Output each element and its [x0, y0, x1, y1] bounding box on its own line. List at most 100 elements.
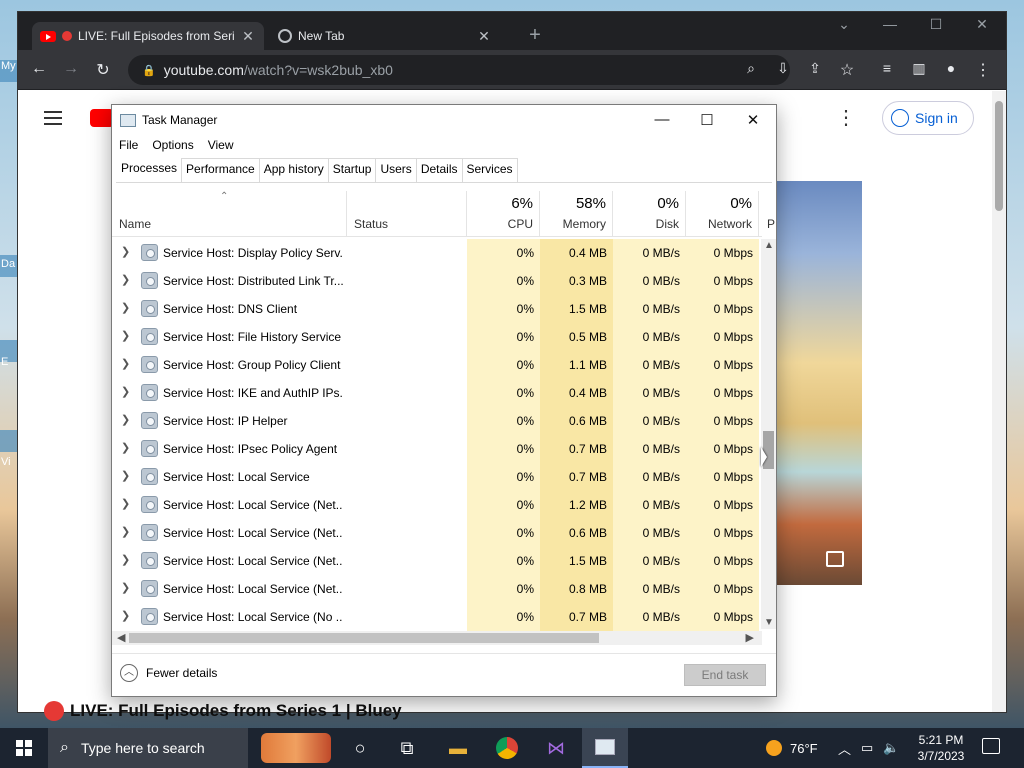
page-scrollbar-thumb[interactable]: [995, 101, 1003, 211]
expand-chevron-icon[interactable]: ❯: [121, 413, 130, 426]
column-header-name[interactable]: Name: [112, 191, 347, 237]
close-tab-icon[interactable]: ✕: [476, 28, 492, 45]
install-app-icon[interactable]: ⇩: [772, 60, 794, 77]
fewer-details-button[interactable]: ︿ Fewer details: [120, 664, 217, 682]
bookmark-star-icon[interactable]: ☆: [836, 60, 858, 80]
scroll-right-icon[interactable]: ▶: [746, 631, 754, 644]
menu-options[interactable]: Options: [145, 136, 200, 156]
chevron-up-icon[interactable]: ︿: [838, 739, 851, 758]
search-highlight-icon[interactable]: [256, 728, 336, 768]
desktop-icon[interactable]: [0, 430, 18, 452]
table-row[interactable]: ❯ Service Host: Local Service (Net... 0%…: [112, 519, 762, 547]
horizontal-scrollbar-thumb[interactable]: [129, 633, 599, 643]
expand-chevron-icon[interactable]: ❯: [121, 441, 130, 454]
horizontal-scrollbar[interactable]: ◀ ▶: [112, 631, 762, 645]
table-row[interactable]: ❯ Service Host: Local Service 0% 0.7 MB …: [112, 463, 762, 491]
column-header-network[interactable]: 0% Network: [686, 191, 759, 237]
menu-view[interactable]: View: [201, 136, 241, 156]
column-header-memory[interactable]: 58% Memory: [540, 191, 613, 237]
close-window-button[interactable]: ✕: [962, 16, 1002, 33]
side-panel-icon[interactable]: ▥: [908, 60, 930, 77]
tab-search-icon[interactable]: ⌄: [824, 16, 864, 33]
task-view-icon[interactable]: ⧉: [384, 728, 430, 768]
table-row[interactable]: ❯ Service Host: IP Helper 0% 0.6 MB 0 MB…: [112, 407, 762, 435]
video-player[interactable]: [776, 181, 862, 585]
scroll-down-icon[interactable]: ▼: [764, 617, 774, 628]
scroll-up-icon[interactable]: ▲: [764, 240, 774, 251]
tab-new-tab[interactable]: New Tab ✕: [270, 22, 500, 50]
table-row[interactable]: ❯ Service Host: IKE and AuthIP IPs... 0%…: [112, 379, 762, 407]
vertical-scrollbar[interactable]: ▲ ▼: [761, 239, 776, 629]
close-tab-icon[interactable]: ✕: [240, 28, 256, 45]
profile-icon[interactable]: ●: [940, 60, 962, 76]
menu-file[interactable]: File: [112, 136, 145, 156]
table-row[interactable]: ❯ Service Host: Group Policy Client 0% 1…: [112, 351, 762, 379]
file-explorer-icon[interactable]: ▬: [435, 728, 481, 768]
sign-in-button[interactable]: Sign in: [882, 101, 974, 135]
maximize-button[interactable]: ☐: [916, 16, 956, 33]
table-row[interactable]: ❯ Service Host: Local Service (No ... 0%…: [112, 603, 762, 631]
expand-chevron-icon[interactable]: ❯: [121, 329, 130, 342]
page-scrollbar[interactable]: [992, 91, 1006, 712]
settings-menu-icon[interactable]: ⋮: [836, 105, 856, 130]
media-controls-icon[interactable]: ≡: [876, 60, 898, 76]
table-row[interactable]: ❯ Service Host: Local Service (Net... 0%…: [112, 547, 762, 575]
chrome-icon[interactable]: [484, 728, 530, 768]
address-bar[interactable]: 🔒 youtube.com/watch?v=wsk2bub_xb0: [128, 55, 790, 85]
tab-startup[interactable]: Startup: [327, 158, 377, 182]
column-header-disk[interactable]: 0% Disk: [613, 191, 686, 237]
table-row[interactable]: ❯ Service Host: Local Service (Net... 0%…: [112, 575, 762, 603]
expand-chevron-icon[interactable]: ❯: [121, 245, 130, 258]
chrome-menu-icon[interactable]: ⋮: [972, 60, 994, 80]
tab-details[interactable]: Details: [415, 158, 463, 182]
close-button[interactable]: ✕: [738, 111, 768, 129]
clock[interactable]: 5:21 PM 3/7/2023: [910, 732, 972, 764]
table-row[interactable]: ❯ Service Host: IPsec Policy Agent 0% 0.…: [112, 435, 762, 463]
weather-widget[interactable]: 76°F: [766, 728, 818, 768]
forward-icon[interactable]: →: [60, 60, 82, 78]
expand-chevron-icon[interactable]: ❯: [121, 525, 130, 538]
new-tab-button[interactable]: +: [515, 24, 555, 47]
expand-chevron-icon[interactable]: ❯: [121, 497, 130, 510]
expand-chevron-icon[interactable]: ❯: [121, 357, 130, 370]
tab-services[interactable]: Services: [461, 158, 518, 182]
table-row[interactable]: ❯ Service Host: File History Service 0% …: [112, 323, 762, 351]
tab-users[interactable]: Users: [375, 158, 417, 182]
column-header-power[interactable]: P: [759, 191, 775, 237]
task-manager-taskbar-icon[interactable]: [582, 728, 628, 768]
start-button[interactable]: [0, 728, 48, 768]
taskbar-search-box[interactable]: ⌕ Type here to search: [48, 728, 248, 768]
end-task-button[interactable]: End task: [684, 664, 766, 686]
column-header-cpu[interactable]: 6% CPU: [467, 191, 540, 237]
expand-chevron-icon[interactable]: ❯: [121, 385, 130, 398]
table-row[interactable]: ❯ Service Host: Local Service (Net... 0%…: [112, 491, 762, 519]
share-icon[interactable]: ⇪: [804, 60, 826, 77]
back-icon[interactable]: ←: [28, 60, 50, 78]
volume-icon[interactable]: 🔈: [883, 740, 899, 756]
table-row[interactable]: ❯ Service Host: Distributed Link Tr... 0…: [112, 267, 762, 295]
search-icon[interactable]: ⌕: [740, 60, 762, 77]
notification-icon[interactable]: [982, 738, 1000, 754]
expand-chevron-icon[interactable]: ❯: [121, 609, 130, 622]
expand-chevron-icon[interactable]: ❯: [121, 553, 130, 566]
network-icon[interactable]: ▭: [861, 740, 873, 756]
visual-studio-icon[interactable]: ⋈: [533, 728, 579, 768]
cortana-icon[interactable]: ○: [337, 728, 383, 768]
expand-chevron-icon[interactable]: ❯: [121, 273, 130, 286]
minimize-button[interactable]: —: [647, 111, 677, 128]
tab-bluey-live[interactable]: LIVE: Full Episodes from Series 1 | Blue…: [32, 22, 264, 50]
expand-chevron-icon[interactable]: ❯: [121, 469, 130, 482]
maximize-button[interactable]: ☐: [692, 111, 722, 129]
guide-menu-icon[interactable]: [44, 111, 62, 125]
fullscreen-icon[interactable]: [826, 551, 844, 567]
minimize-button[interactable]: —: [870, 16, 910, 32]
column-header-status[interactable]: Status: [347, 191, 467, 237]
table-row[interactable]: ❯ Service Host: Display Policy Serv... 0…: [112, 239, 762, 267]
expand-chevron-icon[interactable]: ❯: [121, 581, 130, 594]
reload-icon[interactable]: ↻: [92, 60, 114, 80]
scroll-left-icon[interactable]: ◀: [117, 631, 125, 644]
table-row[interactable]: ❯ Service Host: DNS Client 0% 1.5 MB 0 M…: [112, 295, 762, 323]
expand-chevron-icon[interactable]: ❯: [121, 301, 130, 314]
tab-app-history[interactable]: App history: [258, 158, 329, 182]
tab-performance[interactable]: Performance: [181, 158, 260, 182]
